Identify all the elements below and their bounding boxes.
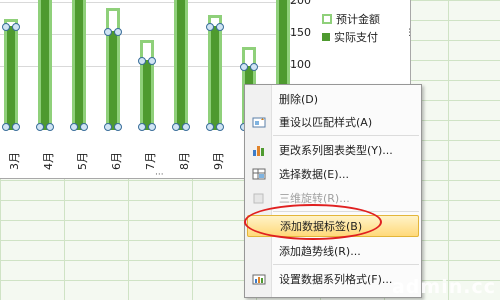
menu-item-label: 更改系列图表类型(Y)...	[279, 144, 393, 157]
rotate-3d-icon	[247, 187, 271, 209]
x-tick-label: 6月	[110, 152, 123, 170]
y-tick-label: 100	[290, 58, 311, 71]
selection-handle[interactable]	[104, 123, 112, 131]
selection-handle[interactable]	[104, 27, 112, 36]
legend-label: 实际支付	[334, 31, 378, 44]
reset-style-icon	[247, 111, 271, 133]
selection-handle[interactable]	[114, 123, 122, 131]
menu-item-select-data[interactable]: 选择数据(E)...	[247, 163, 419, 185]
bar-actual[interactable]	[75, 0, 83, 130]
menu-item-label: 添加趋势线(R)...	[279, 245, 361, 258]
x-tick-label: 8月	[178, 152, 191, 170]
format-series-icon	[247, 268, 271, 290]
watermark-text: admin.cc	[391, 276, 496, 298]
selection-handle[interactable]	[216, 23, 224, 32]
menu-item-change-chart-type[interactable]: 更改系列图表类型(Y)...	[247, 139, 419, 161]
chart-type-icon	[247, 139, 271, 161]
selection-handle[interactable]	[206, 123, 214, 131]
menu-item-label: 设置数据系列格式(F)...	[279, 273, 393, 286]
menu-separator	[273, 264, 419, 265]
selection-handle[interactable]	[172, 123, 180, 131]
selection-handle[interactable]	[138, 56, 146, 65]
legend-entry: 预计金额	[322, 10, 380, 28]
selection-handle[interactable]	[2, 123, 10, 131]
bar-actual[interactable]	[211, 26, 219, 130]
blank-icon	[247, 88, 271, 110]
menu-item-delete[interactable]: 删除(D)	[247, 88, 419, 110]
selection-handle[interactable]	[240, 63, 248, 71]
selection-handle[interactable]	[80, 123, 88, 131]
bar-actual[interactable]	[177, 0, 185, 130]
legend-swatch	[322, 33, 330, 41]
chart-legend[interactable]: 预计金额 实际支付	[322, 10, 380, 46]
menu-item-reset-style[interactable]: 重设以匹配样式(A)	[247, 111, 419, 133]
selection-handle[interactable]	[250, 63, 258, 71]
selection-handle[interactable]	[138, 123, 146, 131]
x-tick-label: 5月	[76, 152, 89, 170]
bar-actual[interactable]	[143, 59, 151, 130]
blank-icon	[247, 240, 271, 262]
bar-actual[interactable]	[7, 26, 15, 130]
annotation-oval	[244, 204, 382, 240]
menu-separator	[273, 135, 419, 136]
legend-entry: 实际支付	[322, 28, 380, 46]
selection-handle[interactable]	[148, 123, 156, 131]
selection-handle[interactable]	[148, 56, 156, 65]
selection-handle[interactable]	[12, 123, 20, 131]
selection-handle[interactable]	[114, 27, 122, 36]
resize-handle[interactable]: ⋮	[405, 28, 414, 38]
menu-item-add-trendline[interactable]: 添加趋势线(R)...	[247, 240, 419, 262]
menu-item-label: 删除(D)	[279, 93, 319, 106]
bar-actual[interactable]	[109, 30, 117, 130]
x-tick-label: 3月	[8, 152, 21, 170]
context-menu: 删除(D) 重设以匹配样式(A) 更改系列图表类型(Y)... 选择数据(E).…	[244, 84, 422, 298]
selection-handle[interactable]	[12, 23, 20, 32]
selection-handle[interactable]	[46, 123, 54, 131]
selection-handle[interactable]	[216, 123, 224, 131]
legend-label: 预计金额	[336, 13, 380, 26]
selection-handle[interactable]	[36, 123, 44, 131]
legend-swatch	[322, 14, 332, 24]
x-tick-label: 4月	[42, 152, 55, 170]
menu-item-label: 重设以匹配样式(A)	[279, 116, 373, 129]
selection-handle[interactable]	[182, 123, 190, 131]
x-tick-label: 7月	[144, 152, 157, 170]
resize-handle[interactable]: ···	[155, 170, 164, 180]
y-tick-label: 150	[290, 26, 311, 39]
bar-actual[interactable]	[41, 0, 49, 130]
menu-item-label: 选择数据(E)...	[279, 168, 350, 181]
select-data-icon	[247, 163, 271, 185]
x-tick-label: 9月	[212, 152, 225, 170]
selection-handle[interactable]	[70, 123, 78, 131]
y-tick-label: 200	[290, 0, 311, 7]
